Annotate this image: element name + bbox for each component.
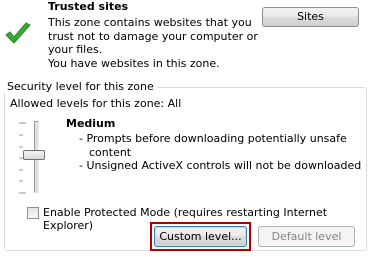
zone-description: This zone contains websites that you tru… (48, 16, 258, 70)
zone-name: Trusted sites (48, 0, 129, 13)
security-level-line: - Unsigned ActiveX controls will not be … (79, 159, 362, 172)
sites-button[interactable]: Sites (262, 7, 359, 27)
security-level-slider-thumb[interactable] (23, 150, 45, 160)
security-level-name: Medium (66, 117, 116, 130)
zone-description-line: your files. (48, 43, 103, 56)
security-level-line: content (89, 145, 132, 159)
default-level-button[interactable]: Default level (258, 226, 355, 247)
custom-level-button[interactable]: Custom level... (154, 226, 247, 247)
zone-description-line: This zone contains websites that you (48, 16, 252, 29)
check-icon (5, 22, 31, 44)
allowed-levels-label: Allowed levels for this zone: All (10, 97, 182, 110)
internet-options-security-panel: Trusted sites This zone contains website… (0, 0, 371, 257)
security-level-group-title: Security level for this zone (4, 80, 157, 93)
security-level-description: - Prompts before downloading potentially… (79, 132, 361, 173)
security-level-line: - Prompts before downloading potentially… (79, 132, 347, 145)
zone-description-line: You have websites in this zone. (48, 56, 220, 70)
zone-description-line: trust not to damage your computer or (48, 29, 258, 43)
protected-mode-checkbox[interactable] (27, 207, 39, 219)
